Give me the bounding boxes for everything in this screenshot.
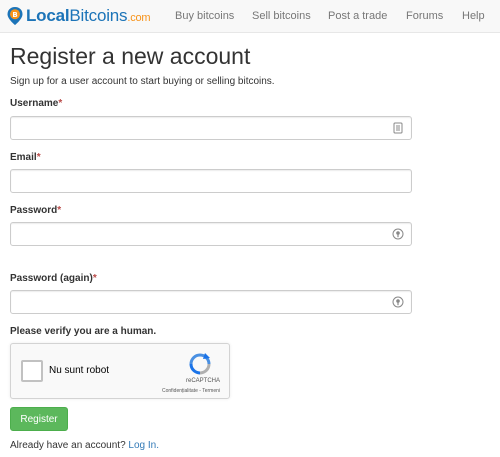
password-label: Password* xyxy=(10,205,61,216)
svg-text:B: B xyxy=(12,11,17,19)
recaptcha-brand-text: reCAPTCHA xyxy=(185,378,220,384)
nav-buy-bitcoins[interactable]: Buy bitcoins xyxy=(175,10,234,22)
password-manager-icon[interactable] xyxy=(392,228,404,240)
brand-name-bold: Local xyxy=(26,6,70,25)
required-marker: * xyxy=(58,98,63,109)
required-marker: * xyxy=(36,152,41,163)
password-label-text: Password xyxy=(10,205,58,216)
verify-human-label: Please verify you are a human. xyxy=(10,326,157,337)
brand-name: LocalBitcoins.com xyxy=(26,6,151,26)
top-navbar: B LocalBitcoins.com Buy bitcoins Sell bi… xyxy=(0,0,500,33)
recaptcha-checkbox[interactable] xyxy=(21,360,43,382)
brand-logo[interactable]: B LocalBitcoins.com xyxy=(6,5,151,27)
brand-domain: .com xyxy=(127,12,151,24)
register-button[interactable]: Register xyxy=(10,407,68,431)
username-label: Username* xyxy=(10,98,62,109)
nav-forums[interactable]: Forums xyxy=(406,10,443,22)
brand-name-rest: Bitcoins xyxy=(69,6,128,25)
bitcoin-pin-logo-icon: B xyxy=(7,7,23,25)
required-marker: * xyxy=(57,205,62,216)
log-in-link[interactable]: Log In. xyxy=(128,440,159,451)
required-marker: * xyxy=(92,273,97,284)
password-again-field[interactable] xyxy=(10,290,412,314)
password-again-label: Password (again)* xyxy=(10,273,97,284)
email-field[interactable] xyxy=(10,169,412,193)
password-manager-icon[interactable] xyxy=(392,296,404,308)
email-label-text: Email xyxy=(10,152,37,163)
recaptcha-privacy-terms-links[interactable]: Confidențialitate - Termeni xyxy=(162,388,220,394)
recaptcha-logo-icon xyxy=(189,353,211,375)
nav-sell-bitcoins[interactable]: Sell bitcoins xyxy=(252,10,311,22)
nav-help[interactable]: Help xyxy=(462,10,485,22)
recaptcha-checkbox-label: Nu sunt robot xyxy=(49,365,110,376)
recaptcha-widget: Nu sunt robot reCAPTCHA Confidențialitat… xyxy=(10,343,230,399)
page-subtitle: Sign up for a user account to start buyi… xyxy=(10,76,275,87)
login-prompt-text: Already have an account? xyxy=(10,440,129,451)
contact-card-icon[interactable] xyxy=(392,122,404,134)
login-prompt: Already have an account? Log In. xyxy=(10,440,159,451)
nav-post-a-trade[interactable]: Post a trade xyxy=(328,10,387,22)
page-title: Register a new account xyxy=(10,43,251,69)
username-label-text: Username xyxy=(10,98,59,109)
email-label: Email* xyxy=(10,152,41,163)
username-field[interactable] xyxy=(10,116,412,140)
password-field[interactable] xyxy=(10,222,412,246)
password-again-label-text: Password (again) xyxy=(10,273,93,284)
